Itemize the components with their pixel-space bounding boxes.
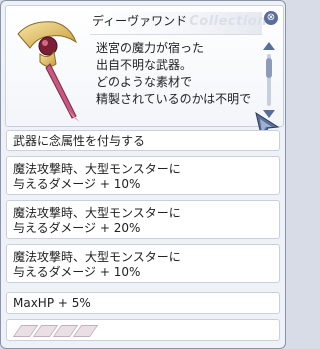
property-text: 与えるダメージ + 20% (13, 221, 141, 235)
item-info-window: ディーヴァワンド Collection ⊗ 迷宮の魔力が宿った 出自不明な武器。… (0, 0, 286, 349)
item-header: ディーヴァワンド Collection ⊗ 迷宮の魔力が宿った 出自不明な武器。… (5, 5, 284, 127)
property-text: 魔法攻撃時、大型モンスターに (13, 250, 181, 264)
wand-icon (17, 21, 80, 122)
property-magic-bonus-1: 魔法攻撃時、大型モンスターに 与えるダメージ + 10% (6, 156, 280, 195)
property-text: 魔法攻撃時、大型モンスターに (13, 206, 181, 220)
property-text: 魔法攻撃時、大型モンスターに (13, 162, 181, 176)
description-line: どのような素材で (96, 75, 193, 89)
property-element: 武器に念属性を付与する (6, 130, 280, 151)
property-magic-bonus-2: 魔法攻撃時、大型モンスターに 与えるダメージ + 20% (6, 200, 280, 239)
property-text: 武器に念属性を付与する (13, 134, 146, 148)
item-description: 迷宮の魔力が宿った 出自不明な武器。 どのような素材で 精製されているのかは不明… (96, 40, 256, 108)
property-text: 与えるダメージ + 10% (13, 265, 141, 279)
scroll-up-icon[interactable] (263, 42, 275, 50)
property-text: MaxHP + 5% (13, 296, 91, 310)
property-maxhp: MaxHP + 5% (6, 292, 280, 314)
card-slots (6, 319, 280, 341)
close-icon[interactable]: ⊗ (264, 11, 278, 25)
description-line: 出自不明な武器。 (96, 58, 193, 72)
collection-watermark: Collection (189, 14, 267, 29)
property-magic-bonus-3: 魔法攻撃時、大型モンスターに 与えるダメージ + 10% (6, 244, 280, 283)
scroll-thumb[interactable] (266, 58, 272, 78)
description-line: 精製されているのかは不明で (96, 92, 252, 106)
description-line: 迷宮の魔力が宿った (96, 41, 205, 55)
property-text: 与えるダメージ + 10% (13, 177, 141, 191)
description-scrollbar[interactable] (263, 42, 275, 118)
